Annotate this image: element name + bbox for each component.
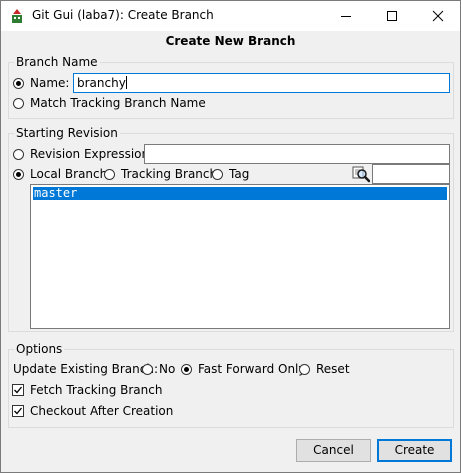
update-existing-label: Update Existing Branch: [13, 362, 158, 376]
fetch-tracking-checkbox[interactable] [12, 384, 24, 396]
list-item[interactable]: master [33, 187, 447, 200]
branch-name-input[interactable]: branchy [73, 73, 450, 93]
reset-radio[interactable] [299, 364, 310, 375]
tag-label: Tag [229, 167, 250, 181]
title-bar[interactable]: Git Gui (laba7): Create Branch [1, 1, 460, 31]
fast-forward-label: Fast Forward Only [198, 362, 306, 376]
branch-name-value: branchy [77, 76, 126, 90]
search-icon [352, 165, 371, 183]
options-group-label: Options [14, 342, 65, 356]
branch-filter-input[interactable] [372, 164, 450, 184]
maximize-icon [387, 11, 397, 21]
no-radio[interactable] [142, 364, 153, 375]
checkmark-icon [14, 386, 23, 394]
local-branch-radio[interactable] [13, 169, 24, 180]
tracking-branch-label: Tracking Branch [121, 167, 218, 181]
minimize-button[interactable] [323, 1, 369, 31]
text-caret [125, 76, 127, 89]
revision-expression-input[interactable] [144, 144, 450, 164]
tag-radio[interactable] [212, 169, 223, 180]
match-tracking-label: Match Tracking Branch Name [30, 96, 206, 110]
name-label: Name: [30, 76, 70, 90]
match-tracking-radio[interactable] [13, 98, 24, 109]
dialog-title: Create New Branch [165, 34, 296, 48]
close-button[interactable] [415, 1, 461, 31]
branch-name-group-label: Branch Name [14, 55, 100, 69]
starting-revision-group-label: Starting Revision [14, 126, 120, 140]
checkout-after-checkbox[interactable] [12, 405, 24, 417]
fast-forward-radio[interactable] [181, 364, 192, 375]
revision-expression-label: Revision Expression: [30, 147, 154, 161]
maximize-button[interactable] [369, 1, 415, 31]
checkout-after-label: Checkout After Creation [30, 404, 174, 418]
checkmark-icon [14, 407, 23, 415]
tracking-branch-radio[interactable] [104, 169, 115, 180]
local-branch-label: Local Branch [30, 167, 108, 181]
reset-label: Reset [316, 362, 350, 376]
fetch-tracking-label: Fetch Tracking Branch [30, 383, 163, 397]
branch-list[interactable]: master [30, 184, 450, 329]
window-title: Git Gui (laba7): Create Branch [32, 8, 214, 22]
revision-expression-radio[interactable] [13, 149, 24, 160]
cancel-button[interactable]: Cancel [296, 439, 371, 462]
create-button[interactable]: Create [377, 439, 452, 462]
no-label: No [159, 362, 176, 376]
close-icon [432, 10, 444, 22]
name-radio[interactable] [13, 78, 24, 89]
create-branch-window: Git Gui (laba7): Create Branch Create Ne… [0, 0, 461, 473]
git-gui-icon [9, 8, 25, 24]
minimize-icon [341, 16, 351, 17]
